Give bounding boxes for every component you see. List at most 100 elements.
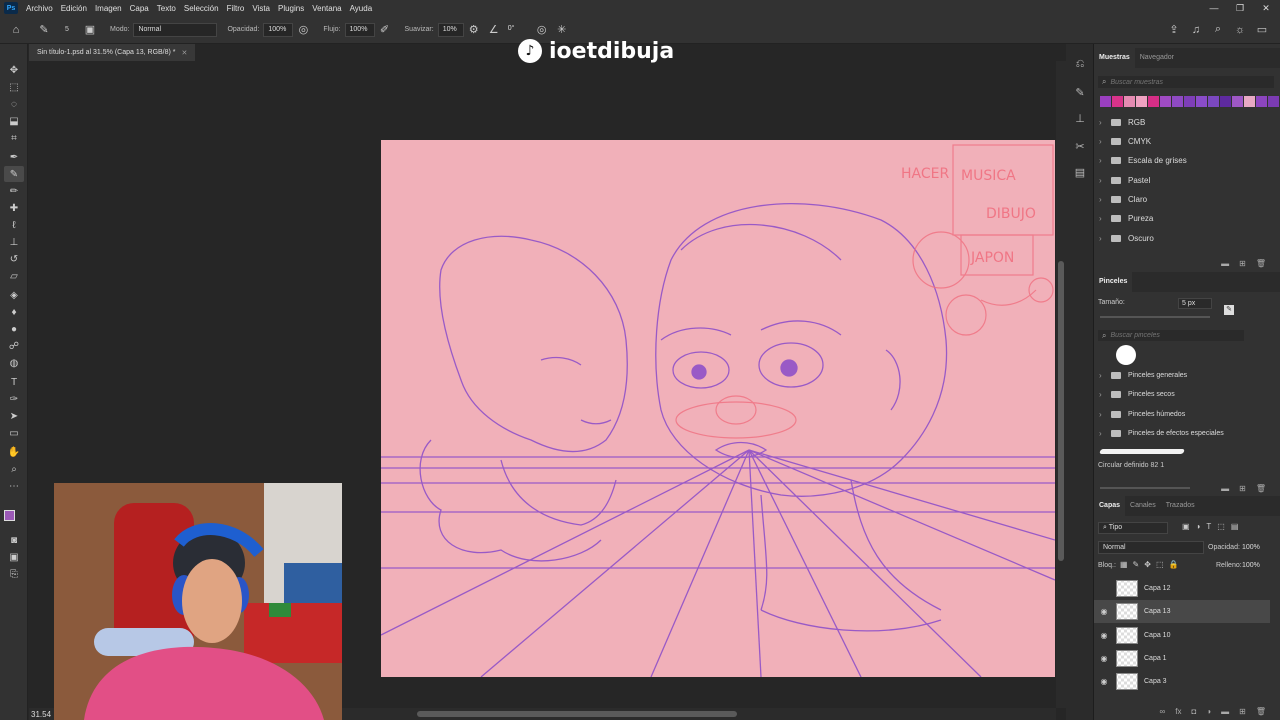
pen-tool-icon[interactable]: ✑ [4,391,24,407]
color-swatch[interactable] [1244,96,1255,107]
flow-field[interactable]: 100% [344,22,375,37]
edit-brush-icon[interactable]: ✎ [1224,305,1234,315]
brush-tip-preview[interactable] [1116,345,1136,365]
crop-tool-icon[interactable]: ⌗ [4,130,24,146]
eye-icon[interactable]: ◉ [1098,631,1110,640]
layer-row[interactable]: Capa 12 [1094,577,1270,600]
tab-capas[interactable]: Capas [1094,496,1126,516]
blend-mode-select[interactable]: Normal [1098,541,1204,554]
brush-settings-icon[interactable]: ▣ [82,22,98,38]
color-swatch[interactable] [1256,96,1267,107]
layer-row[interactable]: ◉ Capa 1 [1094,647,1270,670]
eraser-tool-icon[interactable]: ▱ [4,268,24,284]
color-swatch[interactable] [1100,96,1111,107]
eye-icon[interactable]: ◉ [1098,607,1110,616]
menu-edicion[interactable]: Edición [57,4,91,13]
lock-icons[interactable]: ▦✎✥⬚🔒 [1120,560,1183,569]
new-swatch-icon[interactable]: ⊞ [1239,259,1246,268]
type-tool-icon[interactable]: T [4,374,24,390]
layer-row[interactable]: ◉ Capa 3 [1094,670,1270,693]
history-brush-icon[interactable]: ↺ [4,251,24,267]
color-swatch[interactable] [1232,96,1243,107]
eye-icon[interactable]: ◉ [1098,677,1110,686]
quick-mask-icon[interactable]: ◙ [4,532,24,548]
more-tools-icon[interactable]: ⋯ [4,478,24,494]
color-swatch[interactable] [1184,96,1195,107]
brush-size-field[interactable]: 5 px [1178,298,1212,309]
zoom-readout[interactable]: 31.54 [31,710,51,719]
zoom-tool-icon[interactable]: ⌕ [4,461,24,477]
bucket-tool-icon[interactable]: ◈ [4,287,24,303]
close-tab-icon[interactable]: ✕ [182,49,188,57]
artboard-icon[interactable]: ⎘ [4,566,24,582]
eye-icon[interactable]: ◉ [1098,654,1110,663]
menu-ayuda[interactable]: Ayuda [346,4,377,13]
brush-tool-icon[interactable]: ✎ [4,166,24,182]
color-swatch[interactable] [1268,96,1279,107]
document-canvas[interactable]: HACER MUSICA DIBUJO JAPON [381,140,1055,677]
share-icon[interactable]: ⇪ [1166,22,1182,38]
menu-texto[interactable]: Texto [153,4,180,13]
layer-filter-icons[interactable]: ▣◑T⬚▤ [1182,522,1244,531]
swatch-group-pureza[interactable]: › Pureza [1094,209,1270,228]
new-layer-icon[interactable]: ⊞ [1239,707,1246,716]
vertical-scrollbar[interactable] [1056,61,1066,708]
pressure-opacity-icon[interactable]: ◎ [295,22,311,38]
object-select-icon[interactable]: ⬓ [4,113,24,129]
brush-group-humedos[interactable]: › Pinceles húmedos [1094,405,1270,424]
menu-filtro[interactable]: Filtro [223,4,249,13]
home-icon[interactable]: ⌂ [8,22,24,38]
menu-plugins[interactable]: Plugins [274,4,308,13]
link-layers-icon[interactable]: ∞ [1160,707,1166,716]
swatch-group-pastel[interactable]: › Pastel [1094,171,1270,190]
color-swatch[interactable] [1124,96,1135,107]
new-group-icon[interactable]: ▬ [1221,707,1229,716]
tab-pinceles[interactable]: Pinceles [1094,272,1133,292]
angle-field[interactable]: 0° [504,23,526,37]
color-swatch[interactable] [1208,96,1219,107]
swatch-group-rgb[interactable]: › RGB [1094,113,1270,132]
fx-icon[interactable]: fx [1175,707,1181,716]
opacity-field[interactable]: 100% [263,22,294,37]
swatch-group-grayscale[interactable]: › Escala de grises [1094,151,1270,170]
blur-tool-icon[interactable]: ♦ [4,304,24,320]
brush-size-slider[interactable] [1100,316,1210,318]
mode-select[interactable]: Normal [133,22,218,37]
adjustment-icon[interactable]: ◑ [1206,707,1211,716]
sponge-tool-icon[interactable]: ◍ [4,355,24,371]
smooth-field[interactable]: 10% [437,22,464,37]
rectangle-tool-icon[interactable]: ▭ [4,425,24,441]
smudge-tool-icon[interactable]: ☍ [4,338,24,354]
search-icon[interactable]: ⌕ [1210,22,1226,38]
discover-icon[interactable]: ☼ [1232,22,1248,38]
mixer-brush-icon[interactable]: ℓ [4,217,24,233]
tools-panel-icon[interactable]: ✂ [1072,138,1088,154]
brush-settings-panel-icon[interactable]: ✎ [1072,84,1088,100]
trash-icon[interactable]: 🗑 [1256,707,1266,716]
path-select-icon[interactable]: ➤ [4,408,24,424]
color-swatch[interactable] [1196,96,1207,107]
menu-ventana[interactable]: Ventana [308,4,345,13]
lasso-tool-icon[interactable]: ◌ [4,96,24,112]
hand-tool-icon[interactable]: ✋ [4,444,24,460]
color-swatch[interactable] [1148,96,1159,107]
document-tab[interactable]: Sin título-1.psd al 31.5% (Capa 13, RGB/… [29,44,196,61]
vertical-scroll-thumb[interactable] [1058,261,1064,561]
workspace-icon[interactable]: ▭ [1254,22,1270,38]
mask-icon[interactable]: ◘ [1191,707,1196,716]
swatch-group-oscuro[interactable]: › Oscuro [1094,229,1270,248]
swatch-group-cmyk[interactable]: › CMYK [1094,132,1270,151]
color-swatch[interactable] [1112,96,1123,107]
pencil-tool-icon[interactable]: ✏ [4,183,24,199]
swatch-group-claro[interactable]: › Claro [1094,190,1270,209]
color-swatch[interactable] [1160,96,1171,107]
foreground-color-swatch[interactable] [4,510,15,521]
menu-capa[interactable]: Capa [126,4,153,13]
stamp-panel-icon[interactable]: ⊥ [1072,110,1088,126]
color-swatch[interactable] [1172,96,1183,107]
trash-icon[interactable]: 🗑 [1256,484,1266,493]
brush-search-box[interactable]: ⌕ [1098,330,1244,341]
brush-preset-picker[interactable]: 5 [56,22,78,38]
stamp-tool-icon[interactable]: ⊥ [4,234,24,250]
bell-icon[interactable]: ♫ [1188,22,1204,38]
